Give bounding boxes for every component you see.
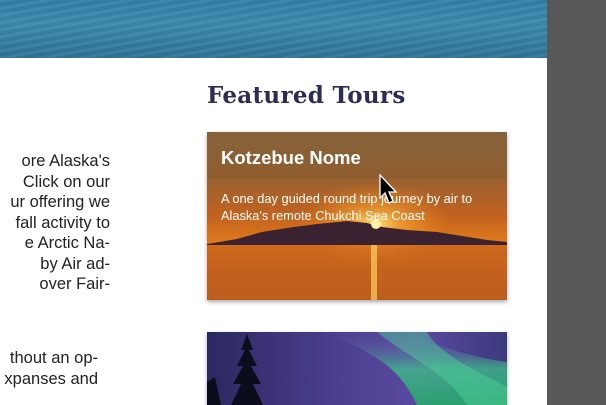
featured-tours-heading: Featured Tours [207, 82, 406, 109]
page-side-background [547, 0, 606, 405]
intro-line: ur offering we [10, 193, 110, 211]
intro-line: ore Alaska's [21, 152, 110, 170]
tour-card-northern-lights[interactable] [207, 332, 507, 405]
tour-card-kotzebue-nome[interactable]: Kotzebue Nome A one day guided round tri… [207, 132, 507, 300]
header-banner-image [0, 0, 547, 58]
intro-line: thout an op- [9, 349, 98, 367]
tour-card-title[interactable]: Kotzebue Nome [221, 147, 361, 169]
intro-line: over Fair- [39, 275, 110, 293]
tour-card-description: A one day guided round trip journey by a… [221, 191, 473, 223]
intro-paragraph: ore Alaska's Click on our ur offering we… [0, 151, 110, 295]
intro-line: by Air ad- [40, 254, 110, 273]
intro-line: xpanses and [4, 370, 98, 388]
aurora-image [207, 332, 507, 405]
intro-line: fall activity to [15, 213, 110, 232]
intro-line: e Arctic Na- [24, 234, 110, 252]
mouse-cursor-icon [379, 174, 398, 204]
intro-paragraph-2: thout an op- xpanses and [0, 348, 98, 390]
intro-line: Click on our [22, 172, 110, 191]
